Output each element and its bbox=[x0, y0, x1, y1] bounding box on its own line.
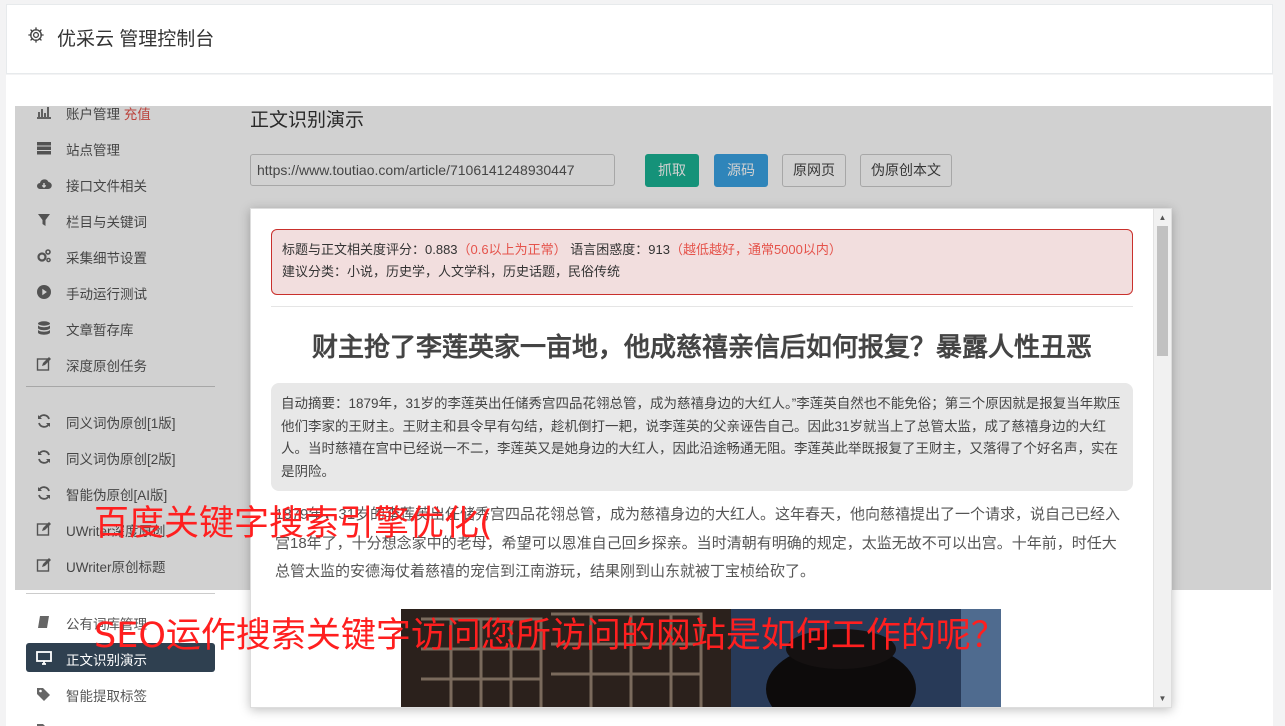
page-title: 正文识别演示 bbox=[250, 110, 365, 131]
sidebar-item-sites[interactable]: 站点管理 bbox=[26, 133, 215, 162]
sidebar-item-columns-keywords[interactable]: 栏目与关键词 bbox=[26, 205, 215, 234]
tag-icon bbox=[37, 688, 50, 701]
sidebar-item-label: 站点管理 bbox=[66, 143, 120, 158]
sidebar-item-synonym-v1[interactable]: 同义词伪原创[1版] bbox=[26, 406, 215, 435]
sidebar-item-smart-tags[interactable]: 智能提取标签 bbox=[26, 679, 215, 708]
sidebar-item-article-store[interactable]: 文章暂存库 bbox=[26, 313, 215, 342]
desktop-icon bbox=[36, 651, 52, 665]
relevance-score: 标题与正文相关度评分：0.883 bbox=[282, 242, 458, 257]
edit-icon bbox=[36, 357, 51, 371]
refresh-icon bbox=[38, 486, 50, 500]
fetch-button[interactable]: 抓取 bbox=[645, 154, 699, 187]
sidebar-item-synonym-v2[interactable]: 同义词伪原创[2版] bbox=[26, 442, 215, 471]
sidebar-item-label: 接口文件相关 bbox=[66, 179, 147, 194]
sidebar-item-label: 账户管理 bbox=[66, 107, 120, 122]
sidebar-item-label: UWriter原创标题 bbox=[66, 560, 166, 575]
app-title: 优采云 管理控制台 bbox=[57, 29, 215, 50]
pseudo-original-button[interactable]: 伪原创本文 bbox=[860, 154, 952, 187]
watermark-line-2: SEO运作搜索关键字访问您所访问的网站是如何工作的呢？ bbox=[94, 616, 1006, 656]
sidebar-divider bbox=[26, 386, 215, 387]
top-header: 优采云 管理控制台 bbox=[6, 4, 1273, 74]
url-input[interactable] bbox=[250, 154, 615, 186]
edit-icon bbox=[36, 522, 51, 536]
watermark-line-1: 百度关键字搜索引擎优化( bbox=[94, 504, 493, 544]
source-button[interactable]: 源码 bbox=[714, 154, 768, 187]
analysis-alert: 标题与正文相关度评分：0.883（0.6以上为正常） 语言困惑度：913（越低越… bbox=[271, 229, 1133, 295]
modal-divider bbox=[271, 306, 1133, 307]
sidebar-item-label: 采集细节设置 bbox=[66, 251, 147, 266]
refresh-icon bbox=[38, 414, 50, 428]
sidebar-item-label: 智能提取标签 bbox=[66, 689, 147, 704]
sidebar-item-label: 同义词伪原创[2版] bbox=[66, 452, 176, 467]
sidebar-item-label: 深度原创任务 bbox=[66, 359, 147, 374]
sidebar-divider bbox=[26, 593, 215, 594]
sidebar-item-manual-run[interactable]: 手动运行测试 bbox=[26, 277, 215, 306]
article-summary: 自动摘要：1879年，31岁的李莲英出任储秀宫四品花翎总管，成为慈禧身边的大红人… bbox=[271, 383, 1133, 491]
sidebar-item-label: ... bbox=[66, 721, 77, 726]
article-title: 财主抢了李莲英家一亩地，他成慈禧亲信后如何报复？暴露人性丑恶 bbox=[311, 332, 1092, 362]
sidebar-item-account[interactable]: 账户管理 充值 bbox=[26, 97, 215, 126]
sidebar-item-api-files[interactable]: 接口文件相关 bbox=[26, 169, 215, 198]
play-circle-icon bbox=[37, 285, 51, 299]
bar-chart-icon bbox=[37, 107, 51, 119]
perplexity-note: （越低越好，通常5000以内） bbox=[669, 242, 842, 257]
scroll-down-arrow-icon[interactable]: ▼ bbox=[1154, 690, 1171, 707]
filter-icon bbox=[38, 214, 50, 226]
sidebar-item-more[interactable]: ... bbox=[26, 715, 215, 726]
server-icon bbox=[37, 142, 51, 155]
tag-icon bbox=[37, 724, 45, 726]
sidebar-item-deep-original[interactable]: 深度原创任务 bbox=[26, 349, 215, 378]
suggested-category: 建议分类：小说，历史学，人文学科，历史话题，民俗传统 bbox=[282, 264, 621, 279]
sidebar-item-label: 手动运行测试 bbox=[66, 287, 147, 302]
perplexity-score: 语言困惑度：913 bbox=[570, 242, 670, 257]
sidebar-item-label: 文章暂存库 bbox=[66, 323, 134, 338]
cloud-download-icon bbox=[37, 179, 52, 190]
database-icon bbox=[38, 321, 50, 335]
scrollbar-thumb[interactable] bbox=[1157, 226, 1168, 356]
recharge-link[interactable]: 充值 bbox=[124, 107, 151, 122]
modal-scrollbar[interactable]: ▲ ▼ bbox=[1153, 209, 1171, 707]
cogs-icon bbox=[37, 249, 51, 263]
gear-icon bbox=[28, 27, 44, 43]
sidebar-item-label: 栏目与关键词 bbox=[66, 215, 147, 230]
scroll-up-arrow-icon[interactable]: ▲ bbox=[1154, 209, 1171, 226]
relevance-note: （0.6以上为正常） bbox=[457, 242, 567, 257]
original-page-button[interactable]: 原网页 bbox=[782, 154, 846, 187]
book-icon bbox=[38, 616, 49, 628]
sidebar-item-label: 同义词伪原创[1版] bbox=[66, 416, 176, 431]
sidebar-item-collect-settings[interactable]: 采集细节设置 bbox=[26, 241, 215, 270]
sidebar-item-uwriter-title[interactable]: UWriter原创标题 bbox=[26, 550, 215, 579]
refresh-icon bbox=[38, 450, 50, 464]
edit-icon bbox=[36, 558, 51, 572]
